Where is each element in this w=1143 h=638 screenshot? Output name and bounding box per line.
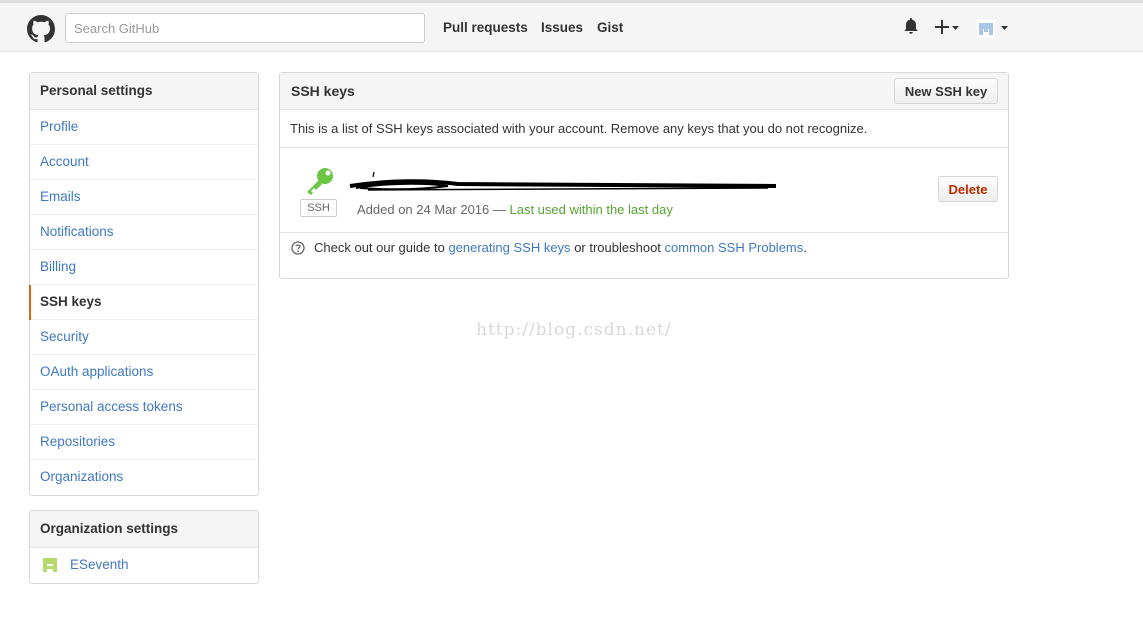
delete-key-button[interactable]: Delete — [938, 176, 998, 202]
sidebar-item-billing[interactable]: Billing — [30, 250, 258, 285]
organization-settings-menu: Organization settings ESeventh — [29, 510, 259, 584]
sidebar-item-profile[interactable]: Profile — [30, 110, 258, 145]
guide-text-1: Check out our guide to — [314, 240, 445, 255]
github-logo-icon[interactable] — [27, 15, 55, 43]
nav-gist[interactable]: Gist — [597, 20, 623, 35]
sidebar-item-repositories[interactable]: Repositories — [30, 425, 258, 460]
sidebar-item-emails[interactable]: Emails — [30, 180, 258, 215]
sidebar-item-oauth-applications[interactable]: OAuth applications — [30, 355, 258, 390]
personal-settings-menu: Personal settings Profile Account Emails… — [29, 72, 259, 496]
sidebar-item-org-eseventh[interactable]: ESeventh — [30, 548, 258, 583]
new-ssh-key-button[interactable]: New SSH key — [894, 78, 998, 104]
key-added-info: Added on 24 Mar 2016 — Last used within … — [357, 202, 673, 217]
ssh-key-row: SSH Added on 24 Mar 2016 — Last used wit… — [280, 148, 1008, 233]
ssh-keys-panel: SSH keys New SSH key This is a list of S… — [279, 72, 1009, 279]
org-name: ESeventh — [70, 557, 129, 572]
page-title: SSH keys — [291, 83, 355, 99]
watermark: http://blog.csdn.net/ — [476, 320, 672, 340]
guide-help-text: Check out our guide to generating SSH ke… — [291, 240, 807, 255]
sidebar-item-security[interactable]: Security — [30, 320, 258, 355]
question-icon — [291, 240, 305, 255]
search-input[interactable] — [65, 13, 425, 43]
sidebar-item-account[interactable]: Account — [30, 145, 258, 180]
intro-text: This is a list of SSH keys associated wi… — [280, 110, 1008, 148]
common-ssh-problems-link[interactable]: common SSH Problems — [665, 240, 804, 255]
bell-icon[interactable] — [903, 17, 919, 35]
panel-header: SSH keys New SSH key — [280, 73, 1008, 110]
guide-text-2: or troubleshoot — [574, 240, 661, 255]
redacted-key-title — [349, 171, 777, 191]
personal-settings-heading: Personal settings — [30, 73, 258, 110]
sidebar-item-personal-access-tokens[interactable]: Personal access tokens — [30, 390, 258, 425]
nav-issues[interactable]: Issues — [541, 20, 583, 35]
sidebar-item-notifications[interactable]: Notifications — [30, 215, 258, 250]
plus-dropdown-icon[interactable] — [935, 20, 961, 34]
key-type-label: SSH — [300, 199, 337, 217]
top-header: Pull requests Issues Gist — [0, 0, 1143, 52]
key-icon — [307, 168, 333, 195]
key-added-date: Added on 24 Mar 2016 — — [357, 202, 510, 217]
key-last-used: Last used within the last day — [509, 202, 673, 217]
organization-settings-heading: Organization settings — [30, 511, 258, 548]
nav-pull-requests[interactable]: Pull requests — [443, 20, 528, 35]
sidebar-item-organizations[interactable]: Organizations — [30, 460, 258, 495]
guide-text-3: . — [803, 240, 807, 255]
org-avatar-icon — [41, 556, 59, 574]
sidebar-item-ssh-keys[interactable]: SSH keys — [29, 285, 258, 320]
generating-ssh-keys-link[interactable]: generating SSH keys — [448, 240, 570, 255]
avatar-dropdown-icon[interactable] — [977, 20, 1009, 40]
